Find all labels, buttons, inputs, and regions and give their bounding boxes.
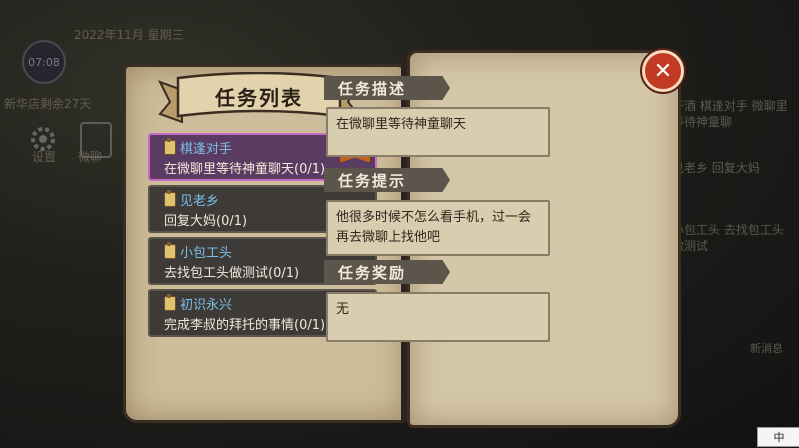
reward-section-title: 任务奖励 <box>324 260 450 284</box>
task-desc: 完成李叔的拜托的事情(0/1) <box>164 318 326 333</box>
ime-indicator: 中 <box>757 427 799 447</box>
close-icon: ✕ <box>653 58 673 84</box>
task-name: 小包工头 <box>180 246 233 261</box>
desc-section-title: 任务描述 <box>324 76 450 100</box>
clipboard-icon <box>164 294 176 311</box>
clipboard-icon <box>164 138 176 155</box>
reward-text: 无 <box>326 292 550 342</box>
task-name: 见老乡 <box>180 194 220 209</box>
ime-label: 中 <box>773 431 785 444</box>
task-desc: 回复大妈(0/1) <box>164 214 248 229</box>
clipboard-icon <box>164 190 176 207</box>
task-desc: 在微聊里等待神童聊天(0/1) <box>164 162 326 177</box>
close-button[interactable]: ✕ <box>642 50 684 92</box>
desc-text: 在微聊里等待神童聊天 <box>326 107 550 157</box>
hint-text: 他很多时候不怎么看手机，过一会再去微聊上找他吧 <box>326 200 550 256</box>
hint-section-title: 任务提示 <box>324 168 450 192</box>
clipboard-icon <box>164 242 176 259</box>
task-desc: 去找包工头做测试(0/1) <box>164 266 300 281</box>
task-name: 棋逢对手 <box>180 142 233 157</box>
task-name: 初识永兴 <box>180 298 233 313</box>
